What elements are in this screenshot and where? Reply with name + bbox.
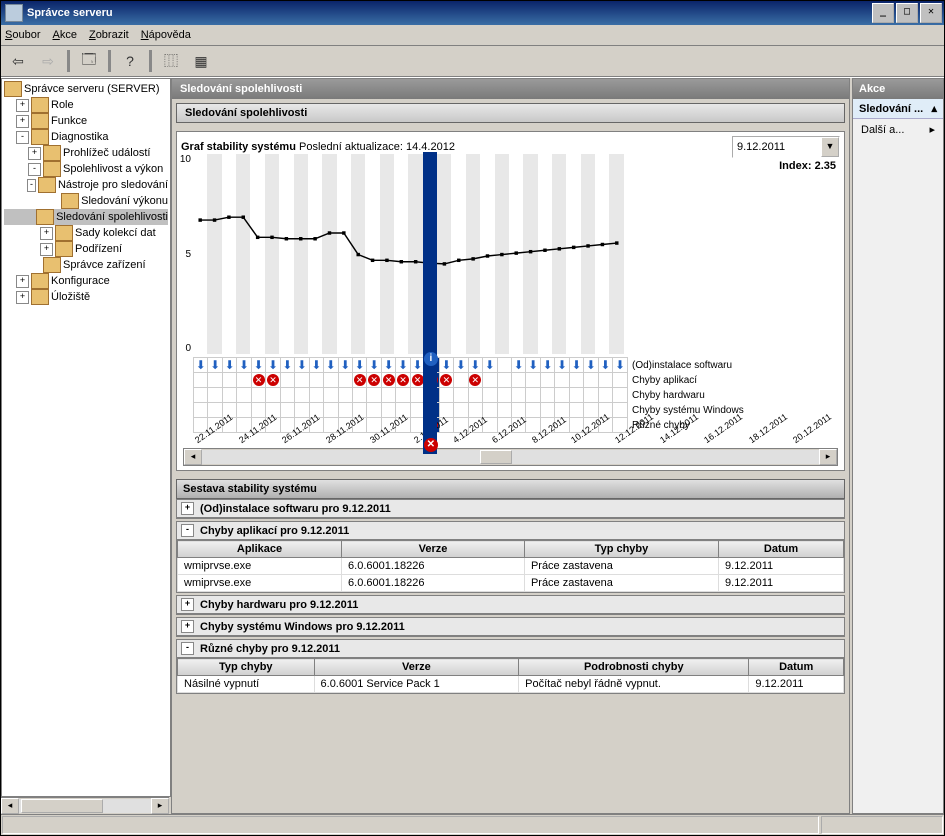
tree-scrollbar[interactable]: ◂▸ — [1, 797, 169, 814]
actions-item-more[interactable]: Další a...▸ — [853, 119, 943, 140]
info-icon: i — [424, 352, 438, 366]
menu-soubor[interactable]: Soubor — [5, 29, 40, 41]
tree-node[interactable]: Sledování výkonu — [4, 193, 168, 209]
legend-label: (Od)instalace softwaru — [628, 358, 838, 373]
table-row[interactable]: wmiprvse.exe6.0.6001.18226Práce zastaven… — [178, 575, 844, 592]
pane-title: Sledování spolehlivosti — [172, 79, 849, 99]
pane-subtitle: Sledování spolehlivosti — [176, 103, 845, 123]
actions-pane: Akce Sledování ...▴ Další a...▸ — [852, 78, 944, 814]
chart-area: Graf stability systému Poslední aktualiz… — [176, 131, 845, 471]
minimize-button[interactable]: _ — [872, 3, 894, 23]
table-row[interactable]: wmiprvse.exe6.0.6001.18226Práce zastaven… — [178, 558, 844, 575]
tree-node[interactable]: +Funkce — [4, 113, 168, 129]
tree-node[interactable]: +Podřízení — [4, 241, 168, 257]
tree-node[interactable]: Sledování spolehlivosti — [4, 209, 168, 225]
grid-icon[interactable]: ▦ — [188, 48, 214, 74]
menubar: Soubor Akce Zobrazit Nápověda — [1, 25, 944, 46]
date-input[interactable] — [733, 141, 821, 153]
titlebar: Správce serveru _ □ ✕ — [1, 1, 944, 25]
toolbar: ⇦ ⇨ 🗔 ? ⿲ ▦ — [1, 46, 944, 77]
error-icon: ✕ — [424, 438, 438, 452]
report-section-header[interactable]: -Chyby aplikací pro 9.12.2011 — [177, 522, 844, 540]
window-title: Správce serveru — [27, 7, 870, 19]
app-icon — [5, 4, 23, 22]
report-title: Sestava stability systému — [176, 479, 845, 499]
menu-zobrazit[interactable]: Zobrazit — [89, 29, 129, 41]
tree-node[interactable]: -Diagnostika — [4, 129, 168, 145]
report-section-header[interactable]: -Různé chyby pro 9.12.2011 — [177, 640, 844, 658]
collapse-icon[interactable]: ▴ — [931, 102, 937, 115]
tree-node[interactable]: +Role — [4, 97, 168, 113]
nav-tree[interactable]: Správce serveru (SERVER)+Role+Funkce-Dia… — [1, 78, 171, 797]
actions-sub[interactable]: Sledování ...▴ — [853, 99, 943, 119]
date-selector[interactable]: ▼ — [732, 136, 840, 158]
forward-button[interactable]: ⇨ — [35, 48, 61, 74]
columns-icon[interactable]: ⿲ — [158, 48, 184, 74]
table-row[interactable]: Násilné vypnutí6.0.6001 Service Pack 1Po… — [178, 676, 844, 693]
tree-node[interactable]: +Úložiště — [4, 289, 168, 305]
tree-node[interactable]: Správce zařízení — [4, 257, 168, 273]
statusbar — [1, 814, 944, 835]
chevron-right-icon: ▸ — [929, 123, 935, 136]
tree-root[interactable]: Správce serveru (SERVER) — [4, 81, 168, 97]
tree-node[interactable]: +Konfigurace — [4, 273, 168, 289]
chevron-down-icon[interactable]: ▼ — [821, 137, 839, 157]
report: Sestava stability systému +(Od)instalace… — [176, 479, 845, 696]
menu-akce[interactable]: Akce — [52, 29, 76, 41]
back-button[interactable]: ⇦ — [5, 48, 31, 74]
settings-icon[interactable]: 🗔 — [76, 48, 102, 74]
tree-node[interactable]: +Prohlížeč událostí — [4, 145, 168, 161]
close-button[interactable]: ✕ — [920, 3, 942, 23]
tree-node[interactable]: +Sady kolekcí dat — [4, 225, 168, 241]
legend-label: Chyby hardwaru — [628, 388, 838, 403]
chart-scrollbar[interactable]: ◂▸ — [183, 448, 838, 466]
menu-napoveda[interactable]: Nápověda — [141, 29, 191, 41]
report-section-header[interactable]: +(Od)instalace softwaru pro 9.12.2011 — [177, 500, 844, 518]
report-section-header[interactable]: +Chyby hardwaru pro 9.12.2011 — [177, 596, 844, 614]
actions-title: Akce — [853, 79, 943, 99]
chart-canvas[interactable]: 10 5 0 i ✕ — [193, 154, 624, 354]
help-button[interactable]: ? — [117, 48, 143, 74]
legend-label: Chyby aplikací — [628, 373, 838, 388]
chart-title: Graf stability systému Poslední aktualiz… — [181, 141, 732, 153]
maximize-button[interactable]: □ — [896, 3, 918, 23]
tree-node[interactable]: -Nástroje pro sledování — [4, 177, 168, 193]
index-label: Index: 2.35 — [779, 160, 836, 172]
report-section-header[interactable]: +Chyby systému Windows pro 9.12.2011 — [177, 618, 844, 636]
tree-node[interactable]: -Spolehlivost a výkon — [4, 161, 168, 177]
